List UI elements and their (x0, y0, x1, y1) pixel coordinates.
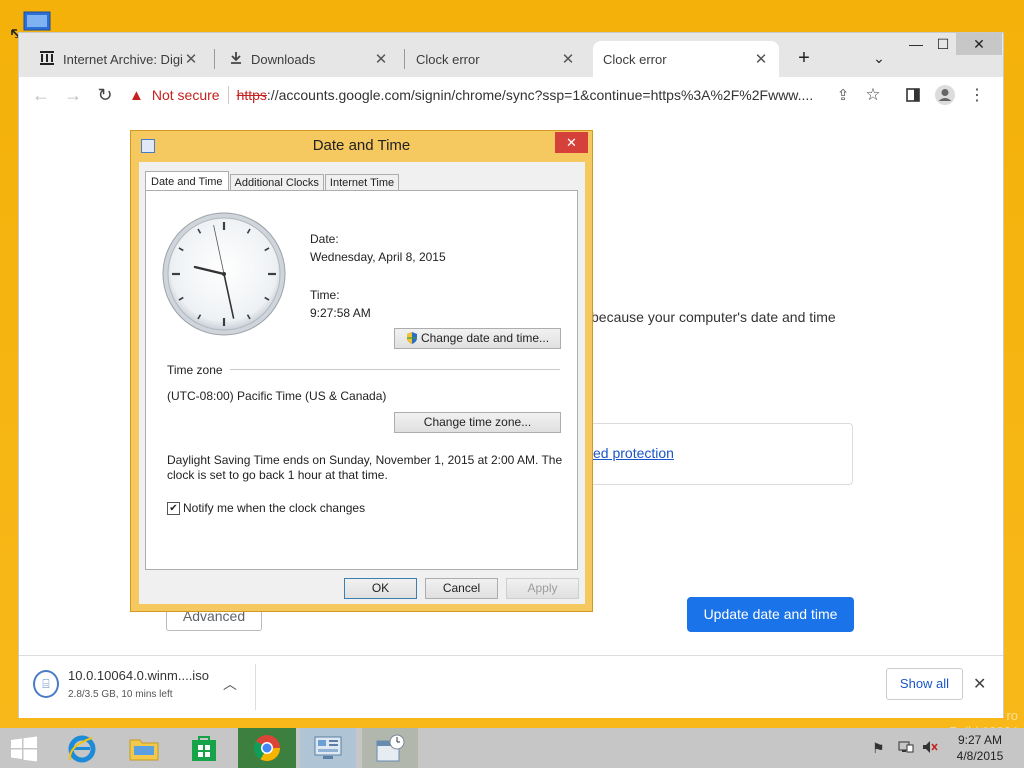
volume-muted-icon[interactable] (922, 740, 938, 757)
close-icon[interactable]: ✕ (753, 50, 769, 68)
taskbar-time: 9:27 AM (957, 733, 1003, 747)
internet-explorer-icon[interactable] (54, 728, 110, 768)
cancel-button[interactable]: Cancel (425, 578, 498, 599)
tab-internet-archive[interactable]: Internet Archive: Digital ✕ (29, 41, 209, 77)
download-status: 2.8/3.5 GB, 10 mins left (68, 689, 173, 700)
tab-clock-error[interactable]: Clock error ✕ (406, 41, 586, 77)
timezone-divider (230, 369, 560, 370)
action-center-flag-icon[interactable]: ⚑ (872, 740, 885, 757)
close-icon[interactable]: ✕ (373, 50, 389, 68)
chevron-up-icon[interactable]: ︿ (223, 674, 237, 694)
dst-info-line2: clock is set to go back 1 hour at that t… (167, 468, 388, 482)
dialog-close-button[interactable]: ✕ (555, 132, 588, 153)
windows-start-icon[interactable] (10, 736, 38, 762)
side-panel-icon[interactable] (897, 79, 929, 111)
chrome-taskbar-icon[interactable] (238, 728, 296, 768)
browser-toolbar: ← → ↻ ▲ Not secure https ://accounts.goo… (19, 77, 1003, 113)
download-divider (255, 664, 256, 710)
download-shelf: ⌸ 10.0.10064.0.winm....iso 2.8/3.5 GB, 1… (19, 655, 1003, 718)
enhanced-protection-link[interactable]: ed protection (593, 445, 674, 461)
tab-title: Clock error (416, 51, 480, 67)
tab-downloads[interactable]: Downloads ✕ (219, 41, 399, 77)
omnibox-divider (227, 86, 229, 104)
taskbar-clock[interactable]: 9:27 AM 4/8/2015 (952, 732, 1008, 764)
timezone-heading: Time zone (167, 363, 223, 377)
reload-icon[interactable]: ↻ (89, 79, 121, 111)
date-time-dialog: Date and Time ✕ Date and Time Additional… (130, 130, 593, 612)
back-arrow-icon[interactable]: ← (25, 79, 57, 111)
dialog-body: Date and Time Additional Clocks Internet… (139, 162, 585, 604)
tab-clock-error-active[interactable]: Clock error ✕ (593, 41, 779, 77)
close-icon[interactable]: ✕ (183, 50, 199, 68)
tab-divider (404, 49, 405, 69)
profile-avatar-icon[interactable] (929, 79, 961, 111)
minimize-button[interactable]: — (901, 33, 931, 55)
window-close-button[interactable]: ✕ (956, 33, 1002, 55)
notify-label[interactable]: Notify me when the clock changes (183, 501, 365, 515)
change-date-time-button[interactable]: Change date and time... (394, 328, 561, 349)
maximize-button[interactable]: ☐ (928, 33, 958, 55)
windows-store-icon[interactable] (176, 728, 232, 768)
change-date-time-label: Change date and time... (420, 331, 550, 345)
address-bar[interactable]: ▲ Not secure https ://accounts.google.co… (129, 80, 845, 110)
tab-search-button[interactable]: ⌄ (864, 47, 894, 69)
new-tab-button[interactable]: + (789, 47, 819, 69)
network-icon[interactable] (898, 740, 914, 757)
date-value: Wednesday, April 8, 2015 (310, 250, 446, 264)
taskbar-date: 4/8/2015 (956, 749, 1004, 763)
download-icon (229, 51, 243, 68)
uac-shield-icon (406, 331, 418, 344)
url-text: ://accounts.google.com/signin/chrome/syn… (266, 87, 814, 103)
notify-checkbox[interactable]: ✔ (167, 502, 180, 515)
show-all-button[interactable]: Show all (886, 668, 963, 700)
taskbar: ⚑ 9:27 AM 4/8/2015 (0, 728, 1024, 768)
forward-arrow-icon[interactable]: → (57, 79, 89, 111)
tab-title: Internet Archive: Digital (63, 51, 183, 67)
change-timezone-button[interactable]: Change time zone... (394, 412, 561, 433)
menu-kebab-icon[interactable]: ⋮ (961, 79, 993, 111)
close-icon[interactable]: ✕ (973, 674, 986, 694)
time-value: 9:27:58 AM (310, 306, 371, 320)
dst-info-line1: Daylight Saving Time ends on Sunday, Nov… (167, 453, 563, 467)
control-panel-icon[interactable] (300, 728, 356, 768)
download-file-name[interactable]: 10.0.10064.0.winm....iso (68, 668, 209, 683)
file-explorer-icon[interactable] (116, 728, 172, 768)
date-label: Date: (310, 232, 339, 246)
apply-button[interactable]: Apply (506, 578, 579, 599)
dialog-tabs: Date and Time Additional Clocks Internet… (145, 168, 400, 193)
close-icon[interactable]: ✕ (560, 50, 576, 68)
security-status[interactable]: Not secure (152, 87, 220, 103)
analog-clock (162, 212, 286, 336)
tab-strip: Internet Archive: Digital ✕ Downloads ✕ … (19, 33, 1003, 77)
update-date-time-button[interactable]: Update date and time (687, 597, 854, 632)
date-time-taskbar-icon[interactable] (362, 728, 418, 768)
timezone-value: (UTC-08:00) Pacific Time (US & Canada) (167, 389, 387, 403)
time-label: Time: (310, 288, 340, 302)
url-scheme: https (236, 87, 267, 103)
tab-title: Clock error (603, 51, 667, 67)
ok-button[interactable]: OK (344, 578, 417, 599)
dialog-title: Date and Time (312, 137, 411, 154)
date-time-panel: Date: Wednesday, April 8, 2015 Time: 9:2… (145, 190, 578, 570)
tab-title: Downloads (251, 51, 316, 67)
share-icon[interactable]: ⇪ (827, 79, 859, 111)
tab-divider (214, 49, 215, 69)
download-file-icon[interactable]: ⌸ (33, 670, 59, 698)
warning-icon: ▲ (129, 86, 144, 104)
archive-icon (39, 50, 55, 69)
star-icon[interactable]: ☆ (857, 79, 889, 111)
clock-error-message: because your computer's date and time (591, 309, 836, 325)
